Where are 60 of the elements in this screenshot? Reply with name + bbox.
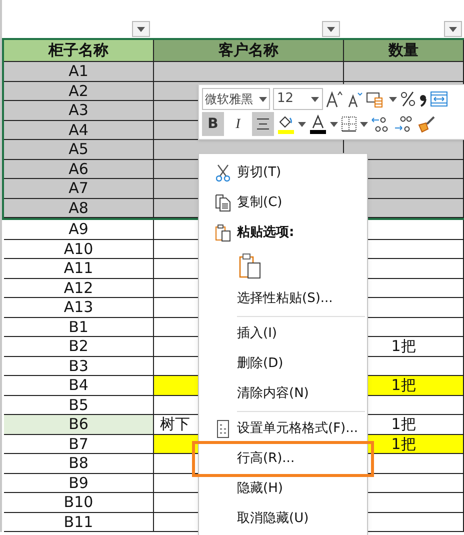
bold-button[interactable]: B xyxy=(202,112,224,136)
copy-icon xyxy=(215,194,231,212)
table-cell: A9 xyxy=(4,220,154,240)
table-cell: B10 xyxy=(4,493,154,512)
decrease-decimal-icon[interactable] xyxy=(394,115,414,133)
table-cell: B5 xyxy=(4,396,154,415)
filter-dropdown-button[interactable] xyxy=(444,21,462,37)
table-cell: A13 xyxy=(4,298,154,318)
table-cell: A11 xyxy=(4,259,154,278)
decrease-font-icon[interactable] xyxy=(347,90,363,108)
center-align-button[interactable] xyxy=(252,112,274,136)
dropdown-arrow-icon xyxy=(449,26,457,32)
menu-item[interactable]: 隐藏(H) xyxy=(199,474,367,504)
paste-icon[interactable] xyxy=(239,253,261,279)
table-cell: B2 xyxy=(4,337,154,356)
table-cell: A8 xyxy=(4,198,154,218)
menu-item[interactable]: 选择性粘贴(S)... xyxy=(199,284,367,314)
percent-icon[interactable] xyxy=(400,90,416,108)
table-cell: A1 xyxy=(4,62,154,82)
table-cell: A4 xyxy=(4,120,154,140)
merge-cells-icon[interactable] xyxy=(430,90,448,108)
column-header: 客户名称 xyxy=(154,40,344,62)
align-center-icon xyxy=(256,118,270,130)
clipboard-icon xyxy=(215,224,231,242)
caret-icon xyxy=(389,96,397,102)
scissors-icon xyxy=(216,164,230,182)
format-painter-icon[interactable] xyxy=(417,115,437,133)
table-cell: B6 xyxy=(4,415,154,434)
caret-icon xyxy=(360,122,368,126)
borders-icon[interactable] xyxy=(341,116,357,132)
table-cell: A5 xyxy=(4,140,154,160)
increase-font-icon[interactable] xyxy=(326,90,344,108)
table-cell: A2 xyxy=(4,82,154,101)
font-size-field[interactable]: 12 xyxy=(273,88,323,110)
fill-color-icon[interactable] xyxy=(277,114,295,134)
dropdown-arrow-icon xyxy=(327,26,335,32)
table-cell: B11 xyxy=(4,512,154,532)
table-cell: A3 xyxy=(4,101,154,120)
column-header: 柜子名称 xyxy=(4,40,154,62)
filter-dropdown-button[interactable] xyxy=(132,21,150,37)
menu-item[interactable]: 取消隐藏(U) xyxy=(199,504,367,534)
filter-dropdown-button[interactable] xyxy=(322,21,340,37)
dropdown-arrow-icon xyxy=(137,26,145,32)
font-color-icon[interactable] xyxy=(309,114,327,134)
column-header: 数量 xyxy=(344,40,464,62)
table-cell: A12 xyxy=(4,278,154,298)
table-cell: B3 xyxy=(4,356,154,376)
table-cell: A10 xyxy=(4,240,154,259)
table-cell: B1 xyxy=(4,318,154,337)
font-name-field[interactable]: 微软雅黑 xyxy=(202,88,270,110)
menu-item[interactable]: 复制(C) xyxy=(199,188,367,218)
menu-section-header: 粘贴选项: xyxy=(237,224,294,242)
table-cell: B8 xyxy=(4,454,154,474)
format-cells-icon xyxy=(217,420,229,438)
menu-item[interactable]: 剪切(T) xyxy=(199,158,367,188)
table-cell: A6 xyxy=(4,160,154,179)
table-cell: B4 xyxy=(4,376,154,396)
table-cell: B7 xyxy=(4,434,154,454)
table-cell: B9 xyxy=(4,474,154,493)
table-cell: A7 xyxy=(4,179,154,198)
